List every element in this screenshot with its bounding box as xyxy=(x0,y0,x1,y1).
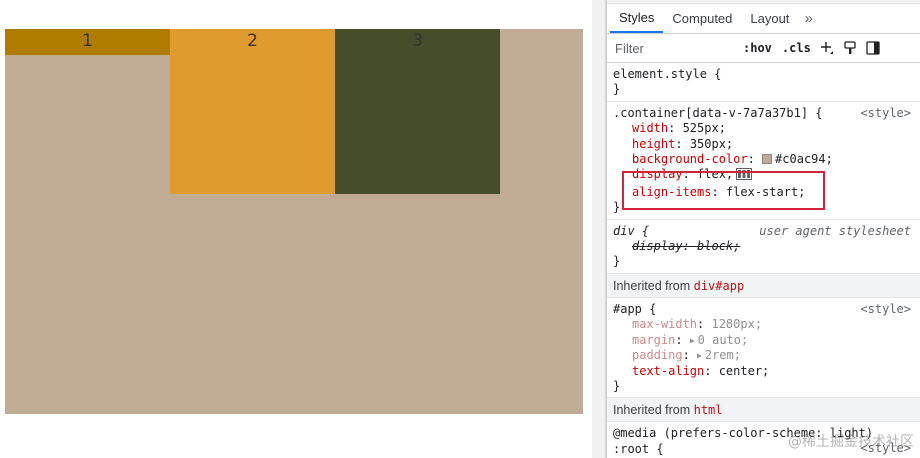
filter-input[interactable] xyxy=(615,38,733,58)
tab-styles[interactable]: Styles xyxy=(610,4,664,33)
devtools-tabbar: Styles Computed Layout » xyxy=(607,4,920,34)
rule-origin-link[interactable]: <style> xyxy=(860,302,911,317)
flex-item-label: 3 xyxy=(412,31,423,51)
flexbox-editor-icon[interactable] xyxy=(736,168,753,184)
flex-item-label: 1 xyxy=(82,31,93,51)
tab-computed[interactable]: Computed xyxy=(663,4,741,33)
flex-item-label: 2 xyxy=(247,31,258,51)
expand-triangle-icon[interactable]: ▶ xyxy=(697,348,702,363)
scrollbar-gutter[interactable] xyxy=(592,0,606,458)
decl-padding[interactable]: padding: ▶ 2rem; xyxy=(613,348,914,363)
inherited-header-html: Inherited from html xyxy=(607,398,920,423)
cls-button[interactable]: .cls xyxy=(782,41,811,55)
flex-item-2[interactable]: 2 xyxy=(170,29,335,194)
rule-origin: user agent stylesheet xyxy=(759,223,911,238)
new-rule-icon[interactable] xyxy=(820,41,834,55)
rule-container[interactable]: .container[data-v-7a7a37b1] { <style> wi… xyxy=(607,102,920,220)
decl-display[interactable]: display: flex; xyxy=(613,167,914,184)
inherited-header-app: Inherited from div#app xyxy=(607,273,920,298)
inherited-node-link[interactable]: html xyxy=(694,403,723,417)
rule-close: } xyxy=(613,82,621,97)
decl-margin[interactable]: margin: ▶ 0 auto; xyxy=(613,333,914,348)
decl-max-width[interactable]: max-width: 1280px; xyxy=(613,317,914,332)
flex-container[interactable]: 1 2 3 xyxy=(5,29,583,414)
decl-text-align[interactable]: text-align: center; xyxy=(613,364,914,379)
decl-display-overridden[interactable]: display: block; xyxy=(613,239,914,254)
tab-layout[interactable]: Layout xyxy=(741,4,798,33)
rule-close: } xyxy=(613,254,621,269)
watermark: @稀土掘金技术社区 xyxy=(788,434,914,450)
rule-origin-link[interactable]: <style> xyxy=(860,106,911,121)
styles-toolbar: :hov .cls xyxy=(607,34,920,63)
rule-close: } xyxy=(613,200,621,215)
more-tabs-icon[interactable]: » xyxy=(798,4,818,33)
rule-close: } xyxy=(613,378,621,393)
decl-width[interactable]: width: 525px; xyxy=(613,121,914,136)
hov-button[interactable]: :hov xyxy=(743,41,772,55)
paint-brush-icon[interactable] xyxy=(843,41,857,55)
expand-triangle-icon[interactable]: ▶ xyxy=(690,333,695,348)
rule-selector: element.style { xyxy=(613,67,722,81)
toggle-sidebar-icon[interactable] xyxy=(866,41,880,55)
flex-item-1[interactable]: 1 xyxy=(5,29,170,55)
devtools-panel: Styles Computed Layout » :hov .cls eleme… xyxy=(606,0,920,458)
decl-background-color[interactable]: background-color: #c0ac94; xyxy=(613,152,914,167)
rule-element-style[interactable]: element.style { } xyxy=(607,63,920,102)
rule-div-user-agent[interactable]: div { user agent stylesheet display: blo… xyxy=(607,220,920,274)
color-swatch[interactable] xyxy=(762,154,773,165)
decl-height[interactable]: height: 350px; xyxy=(613,137,914,152)
decl-align-items[interactable]: align-items: flex-start; xyxy=(613,185,914,200)
page-viewport: 1 2 3 xyxy=(0,0,592,458)
rule-app[interactable]: #app { <style> max-width: 1280px; margin… xyxy=(607,298,920,399)
inherited-node-link[interactable]: div#app xyxy=(694,279,745,293)
flex-item-3[interactable]: 3 xyxy=(335,29,500,194)
